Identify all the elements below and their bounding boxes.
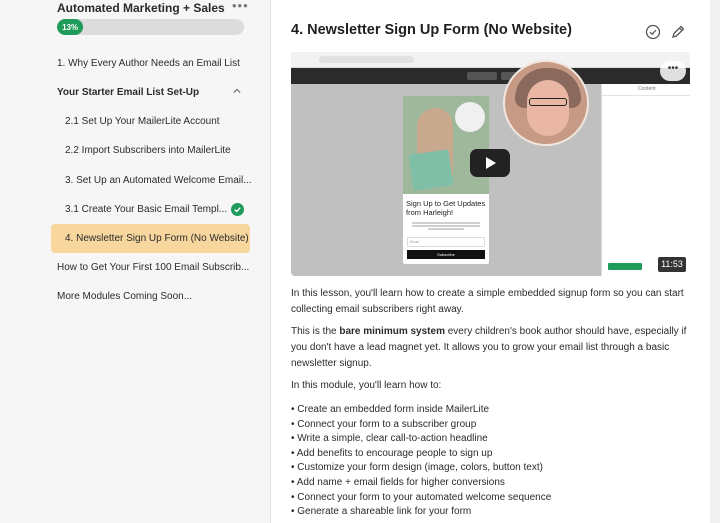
list-item: • Add name + email fields for higher con… [291, 476, 505, 488]
lesson-email-template[interactable]: 3.1 Create Your Basic Email Templ... [65, 204, 227, 215]
lesson-mailerlite-account[interactable]: 2.1 Set Up Your MailerLite Account [65, 116, 220, 127]
module-starter-email-setup[interactable]: Your Starter Email List Set-Up [57, 87, 199, 98]
edit-pencil-icon[interactable] [670, 24, 686, 40]
lesson-paragraph-3: In this module, you'll learn how to: [291, 380, 442, 391]
list-item: • Connect your form to your automated we… [291, 491, 552, 503]
video-content-panel: Content [601, 84, 690, 276]
play-icon[interactable] [470, 149, 510, 177]
lesson-why-email-list[interactable]: 1. Why Every Author Needs an Email List [57, 58, 240, 69]
lesson-import-subscribers[interactable]: 2.2 Import Subscribers into MailerLite [65, 145, 231, 156]
signup-form-image [403, 96, 489, 194]
completed-check-icon [231, 203, 244, 216]
list-item: • Add benefits to encourage people to si… [291, 447, 493, 459]
lesson-welcome-email[interactable]: 3. Set Up an Automated Welcome Email... [65, 175, 252, 186]
list-item: • Connect your form to a subscriber grou… [291, 418, 477, 430]
signup-form-email: Email [407, 237, 485, 247]
video-duration: 11:53 [658, 257, 686, 272]
list-item: • Write a simple, clear call-to-action h… [291, 433, 488, 445]
course-progress-bar: 13% [57, 19, 244, 35]
list-item: • Generate a shareable link for your for… [291, 506, 472, 518]
more-options-icon[interactable]: ••• [232, 0, 249, 13]
course-title: Automated Marketing + Sales [57, 1, 225, 15]
lesson-newsletter-form[interactable]: 4. Newsletter Sign Up Form (No Website) [65, 233, 249, 244]
lesson-intro: In this lesson, you'll learn how to crea… [291, 288, 684, 315]
lesson-content: 4. Newsletter Sign Up Form (No Website) … [270, 0, 710, 523]
video-signup-form-preview: Sign Up to Get Updates from Harleigh! Em… [403, 96, 489, 264]
signup-form-button: Subscribe [407, 250, 485, 259]
video-menu-icon[interactable]: ••• [660, 61, 686, 81]
signup-form-heading: Sign Up to Get Updates from Harleigh! [406, 199, 486, 217]
chevron-up-icon[interactable] [233, 87, 241, 95]
video-browser-chrome [291, 52, 690, 68]
course-progress-label: 13% [62, 22, 79, 32]
module-first-100-subscribers[interactable]: How to Get Your First 100 Email Subscrib… [57, 262, 249, 273]
lesson-title: 4. Newsletter Sign Up Form (No Website) [291, 22, 572, 38]
lesson-video[interactable]: Content Sign Up to Get Updates from Harl… [291, 52, 690, 276]
course-sidebar: Automated Marketing + Sales ••• 13% 1. W… [0, 0, 270, 523]
lesson-paragraph-2: This is the bare minimum system every ch… [291, 326, 687, 369]
course-progress-fill: 13% [57, 19, 84, 35]
learning-objectives-list: • Create an embedded form inside MailerL… [291, 403, 551, 520]
list-item: • Customize your form design (image, col… [291, 462, 543, 474]
window-edge [710, 0, 720, 523]
list-item: • Create an embedded form inside MailerL… [291, 404, 490, 415]
module-coming-soon[interactable]: More Modules Coming Soon... [57, 291, 192, 302]
presenter-webcam [503, 60, 589, 146]
mark-complete-icon[interactable] [645, 24, 661, 40]
